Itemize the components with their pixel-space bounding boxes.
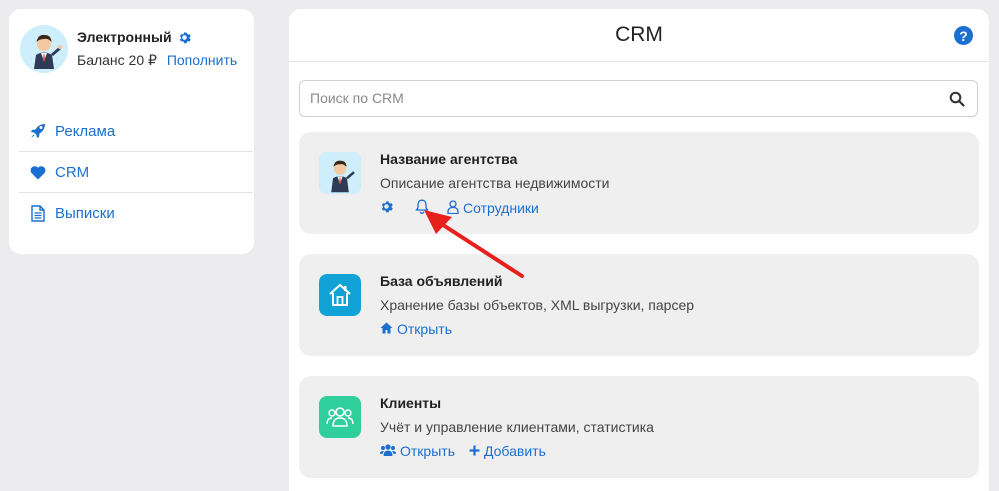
- profile-name: Электронный: [77, 29, 172, 45]
- listings-card[interactable]: База объявлений Хранение базы объектов, …: [299, 254, 979, 356]
- search-input[interactable]: [310, 90, 930, 106]
- card-title: Клиенты: [380, 395, 442, 411]
- page-title: CRM: [615, 23, 663, 46]
- house-icon: [319, 274, 361, 316]
- profile-name-row: Электронный: [77, 29, 237, 45]
- card-description: Хранение базы объектов, XML выгрузки, па…: [380, 297, 695, 313]
- annotation-arrow: [424, 210, 524, 278]
- open-label: Открыть: [400, 443, 455, 459]
- sidebar-item-crm[interactable]: CRM: [19, 152, 253, 193]
- card-actions: Открыть: [380, 321, 466, 337]
- home-icon: [380, 321, 397, 337]
- main-panel: CRM ? Название агентства Описание агентс…: [289, 9, 989, 491]
- sidebar-nav: Реклама CRM Выписки: [19, 111, 253, 234]
- avatar[interactable]: [20, 25, 68, 73]
- agency-card[interactable]: Название агентства Описание агентства не…: [299, 132, 979, 234]
- search-icon[interactable]: [949, 91, 965, 107]
- clients-card[interactable]: Клиенты Учёт и управление клиентами, ста…: [299, 376, 979, 478]
- plus-icon: [469, 443, 484, 459]
- help-icon[interactable]: ?: [954, 26, 973, 45]
- settings-action[interactable]: [380, 200, 397, 216]
- sidebar-item-label: Реклама: [55, 122, 116, 140]
- sidebar-item-label: Выписки: [55, 205, 115, 222]
- rocket-icon: [29, 123, 46, 140]
- card-description: Описание агентства недвижимости: [380, 175, 610, 191]
- card-description: Учёт и управление клиентами, статистика: [380, 419, 654, 435]
- users-icon: [380, 443, 400, 459]
- agency-avatar: [319, 152, 361, 194]
- open-link[interactable]: Открыть: [380, 321, 452, 337]
- sidebar-item-ads[interactable]: Реклама: [19, 111, 253, 152]
- card-title: Название агентства: [380, 151, 518, 167]
- gear-icon: [380, 200, 397, 216]
- open-label: Открыть: [397, 321, 452, 337]
- card-actions: Открыть Добавить: [380, 443, 560, 459]
- heart-icon: [29, 164, 46, 181]
- sidebar-item-statements[interactable]: Выписки: [19, 193, 253, 234]
- balance: Баланс 20 ₽: [77, 52, 157, 68]
- add-client-link[interactable]: Добавить: [469, 443, 546, 459]
- profile: Электронный Баланс 20 ₽ Пополнить: [20, 25, 237, 73]
- group-icon: [319, 396, 361, 438]
- add-label: Добавить: [483, 443, 546, 459]
- document-icon: [29, 205, 46, 222]
- gear-icon[interactable]: [178, 31, 191, 44]
- balance-row: Баланс 20 ₽ Пополнить: [77, 52, 237, 69]
- sidebar-item-label: CRM: [55, 163, 90, 181]
- main-header: CRM ?: [289, 9, 989, 62]
- sidebar: Электронный Баланс 20 ₽ Пополнить Реклам…: [9, 9, 254, 254]
- search-box: [299, 80, 978, 117]
- topup-link[interactable]: Пополнить: [167, 52, 237, 68]
- open-link[interactable]: Открыть: [380, 443, 455, 459]
